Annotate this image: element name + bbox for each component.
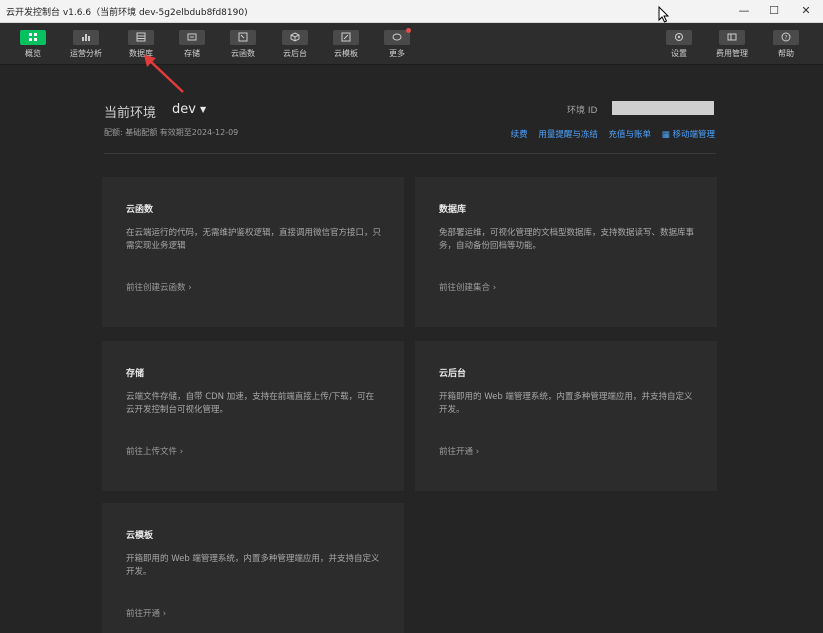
- card-title: 云后台: [439, 369, 467, 379]
- window-title: 云开发控制台 v1.6.6（当前环境 dev-5g2elbdub8fd8190): [6, 8, 248, 18]
- usage-alert-link[interactable]: 用量提醒与冻结: [538, 130, 598, 140]
- toolbar-overview-button[interactable]: 概览: [9, 30, 57, 59]
- card-database: 数据库 免部署运维，可视化管理的文档型数据库，支持数据读写、数据库事务，自动备份…: [415, 177, 717, 327]
- env-id-label: 环境 ID: [567, 106, 598, 116]
- help-icon: ?: [773, 30, 799, 45]
- toolbar-label: 概览: [25, 49, 41, 58]
- gear-icon: [666, 30, 692, 45]
- env-id-redacted: [612, 101, 714, 115]
- card-title: 云函数: [126, 205, 154, 215]
- template-icon: [333, 30, 359, 45]
- toolbar-label: 云函数: [231, 49, 255, 58]
- cube-icon: [282, 30, 308, 45]
- header-divider: [104, 153, 716, 154]
- recharge-bill-link[interactable]: 充值与账单: [609, 130, 652, 140]
- env-dropdown[interactable]: dev ▼: [172, 102, 206, 117]
- toolbar-analytics-button[interactable]: 运营分析: [62, 30, 110, 59]
- create-function-link[interactable]: 前往创建云函数 ›: [126, 281, 192, 293]
- card-storage: 存储 云端文件存储，自带 CDN 加速，支持在前端直接上传/下载，可在云开发控制…: [102, 341, 404, 491]
- plan-info: 配额: 基础配额 有效期至2024-12-09: [104, 128, 239, 137]
- create-collection-link[interactable]: 前往创建集合 ›: [439, 281, 496, 293]
- toolbar-settings-button[interactable]: 设置: [655, 30, 703, 59]
- card-desc: 开箱即用的 Web 端管理系统，内置多种管理端应用，并支持自定义开发。: [126, 554, 380, 577]
- toolbar-label: 更多: [389, 49, 405, 58]
- bar-chart-icon: [73, 30, 99, 45]
- qr-code-icon: ▦: [661, 130, 673, 140]
- storage-icon: [179, 30, 205, 45]
- card-cloud-admin: 云后台 开箱即用的 Web 端管理系统，内置多种管理端应用，并支持自定义开发。 …: [415, 341, 717, 491]
- env-label: 当前环境: [104, 106, 157, 121]
- activate-template-link[interactable]: 前往开通 ›: [126, 607, 166, 619]
- billing-icon: [719, 30, 745, 45]
- env-value: dev: [172, 102, 196, 117]
- card-desc: 在云端运行的代码，无需维护鉴权逻辑，直接调用微信官方接口，只需实现业务逻辑: [126, 228, 382, 251]
- svg-text:?: ?: [784, 35, 787, 42]
- mobile-admin-label: 移动端管理: [672, 130, 715, 140]
- window-titlebar: 云开发控制台 v1.6.6（当前环境 dev-5g2elbdub8fd8190)…: [0, 0, 823, 23]
- toolbar-label: 运营分析: [70, 49, 102, 58]
- toolbar-label: 设置: [671, 49, 687, 58]
- toolbar-cloud-admin-button[interactable]: 云后台: [271, 30, 319, 59]
- toolbar-help-button[interactable]: ? 帮助: [762, 30, 810, 59]
- renew-link[interactable]: 续费: [511, 130, 528, 140]
- close-button[interactable]: ✕: [791, 2, 821, 20]
- function-icon: [230, 30, 256, 45]
- mobile-admin-link[interactable]: ▦ 移动端管理: [662, 130, 715, 140]
- toolbar-more-button[interactable]: 更多: [373, 28, 421, 59]
- notification-dot: [406, 28, 411, 33]
- card-cloud-functions: 云函数 在云端运行的代码，无需维护鉴权逻辑，直接调用微信官方接口，只需实现业务逻…: [102, 177, 404, 327]
- upload-file-link[interactable]: 前往上传文件 ›: [126, 445, 183, 457]
- card-desc: 云端文件存储，自带 CDN 加速，支持在前端直接上传/下载，可在云开发控制台可视…: [126, 392, 375, 415]
- card-title: 存储: [126, 369, 145, 379]
- annotation-arrow-icon: [144, 55, 184, 93]
- card-title: 数据库: [439, 205, 467, 215]
- mouse-cursor-icon: [658, 6, 670, 23]
- activate-admin-link[interactable]: 前往开通 ›: [439, 445, 479, 457]
- toolbar-label: 帮助: [778, 49, 794, 58]
- database-icon: [128, 30, 154, 45]
- caret-down-icon: ▼: [199, 105, 207, 114]
- toolbar-template-button[interactable]: 云模板: [322, 30, 370, 59]
- toolbar-label: 费用管理: [716, 49, 748, 58]
- card-desc: 免部署运维，可视化管理的文档型数据库，支持数据读写、数据库事务，自动备份回档等功…: [439, 228, 695, 251]
- maximize-button[interactable]: ☐: [759, 2, 789, 20]
- card-cloud-template: 云模板 开箱即用的 Web 端管理系统，内置多种管理端应用，并支持自定义开发。 …: [102, 503, 404, 633]
- overview-icon: [20, 30, 46, 45]
- toolbar-billing-button[interactable]: 费用管理: [708, 30, 756, 59]
- main-toolbar: 概览 运营分析 数据库 存储 云函数 云后台 云模板 更多 设置 费用管理 ? …: [0, 23, 823, 65]
- toolbar-label: 云模板: [334, 49, 358, 58]
- card-title: 云模板: [126, 531, 154, 541]
- toolbar-label: 云后台: [283, 49, 307, 58]
- header-links: 续费 用量提醒与冻结 充值与账单 ▦ 移动端管理: [503, 128, 715, 140]
- toolbar-functions-button[interactable]: 云函数: [219, 30, 267, 59]
- card-desc: 开箱即用的 Web 端管理系统，内置多种管理端应用，并支持自定义开发。: [439, 392, 693, 415]
- minimize-button[interactable]: —: [729, 2, 759, 20]
